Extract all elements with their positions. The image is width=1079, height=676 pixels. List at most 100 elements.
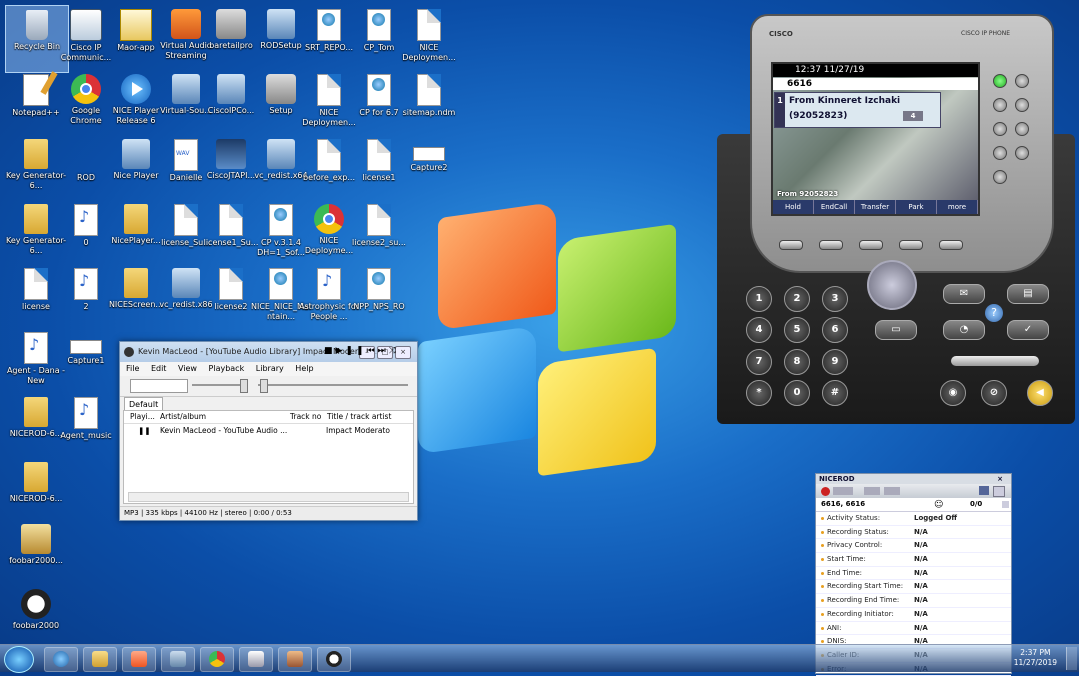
- col-title[interactable]: Title / track artist: [327, 411, 391, 423]
- key-3[interactable]: 3: [822, 286, 848, 312]
- desktop-icon-label: foobar2000: [12, 621, 60, 630]
- headset-button[interactable]: ◉: [940, 380, 966, 406]
- menu-view[interactable]: View: [178, 364, 197, 373]
- volume-field[interactable]: [130, 379, 188, 393]
- taskbar-chrome[interactable]: [200, 647, 234, 672]
- mute-button[interactable]: ⊘: [981, 380, 1007, 406]
- line-button-5[interactable]: [993, 170, 1007, 184]
- softkey-park[interactable]: Park: [896, 200, 937, 214]
- menu-playback[interactable]: Playback: [209, 364, 245, 373]
- volume-rocker[interactable]: [951, 356, 1039, 366]
- key-star[interactable]: *: [746, 380, 772, 406]
- desktop-icon[interactable]: NICE Deploymen...: [398, 5, 460, 71]
- softkey-button-2[interactable]: [819, 240, 843, 250]
- menu-library[interactable]: Library: [256, 364, 284, 373]
- taskbar-ie[interactable]: [44, 647, 78, 672]
- desktop-icon[interactable]: NICEROD-6...: [5, 458, 67, 524]
- softkey-button-5[interactable]: [939, 240, 963, 250]
- desktop-icon[interactable]: foobar2000: [5, 585, 67, 651]
- seek-bar-handle[interactable]: [260, 379, 268, 393]
- pause-button[interactable]: [864, 487, 880, 495]
- key-2[interactable]: 2: [784, 286, 810, 312]
- rod-title: NICEROD: [819, 475, 855, 483]
- softkey-hold[interactable]: Hold: [773, 200, 814, 214]
- line-button-4[interactable]: [993, 146, 1007, 160]
- rod-view-button[interactable]: [979, 486, 989, 495]
- line-button-6[interactable]: [1015, 74, 1029, 88]
- applications-button[interactable]: ✓: [1007, 320, 1049, 340]
- desktop-icon[interactable]: Agent_music: [55, 393, 117, 459]
- navigation-button[interactable]: [867, 260, 917, 310]
- softkey-more[interactable]: more: [937, 200, 978, 214]
- rod-field-row: Privacy Control: N/A: [816, 539, 1011, 554]
- line-button-7[interactable]: [1015, 98, 1029, 112]
- services-button[interactable]: ▭: [875, 320, 917, 340]
- taskbar-media-player[interactable]: [122, 647, 156, 672]
- directories-button[interactable]: ▤: [1007, 284, 1049, 304]
- line-button-9[interactable]: [1015, 146, 1029, 160]
- key-0[interactable]: 0: [784, 380, 810, 406]
- key-5[interactable]: 5: [784, 317, 810, 343]
- desktop-icon[interactable]: sitemap.ndm: [398, 70, 460, 136]
- stop-button[interactable]: [884, 487, 900, 495]
- incoming-call[interactable]: 1 From Kinneret Izchaki (92052823) 4: [774, 92, 941, 128]
- mp3-icon: [74, 397, 98, 429]
- horizontal-scrollbar[interactable]: [128, 492, 409, 502]
- show-desktop-button[interactable]: [1066, 647, 1077, 670]
- key-9[interactable]: 9: [822, 349, 848, 375]
- doc-icon: [317, 139, 341, 171]
- player-toolbar: [120, 376, 417, 397]
- messages-button[interactable]: ✉: [943, 284, 985, 304]
- line-button-2[interactable]: [993, 98, 1007, 112]
- menu-help[interactable]: Help: [295, 364, 313, 373]
- softkey-transfer[interactable]: Transfer: [855, 200, 896, 214]
- line-button-8[interactable]: [1015, 122, 1029, 136]
- playlist-tab-default[interactable]: Default: [124, 397, 164, 411]
- key-4[interactable]: 4: [746, 317, 772, 343]
- rod-settings-button[interactable]: [993, 486, 1005, 497]
- taskbar-foobar[interactable]: [317, 647, 351, 672]
- desktop-icon[interactable]: Capture2: [398, 135, 460, 201]
- transport-controls[interactable]: ■▶❚❚⏮⏭⤨: [324, 344, 399, 358]
- desktop-icon[interactable]: Capture1: [55, 328, 117, 394]
- desktop-icon[interactable]: NPP_NPS_RO: [348, 264, 410, 330]
- taskbar-explorer[interactable]: [83, 647, 117, 672]
- rod-next-button[interactable]: [1002, 501, 1009, 508]
- taskbar-setup[interactable]: [161, 647, 195, 672]
- cap-icon: [413, 147, 445, 161]
- softkey-button-3[interactable]: [859, 240, 883, 250]
- seek-bar[interactable]: [258, 384, 408, 386]
- softkey-endcall[interactable]: EndCall: [814, 200, 855, 214]
- desktop-icon[interactable]: license2_su...: [348, 200, 410, 266]
- menu-file[interactable]: File: [126, 364, 139, 373]
- taskbar-cisco[interactable]: [239, 647, 273, 672]
- record-dropdown[interactable]: [833, 487, 853, 495]
- volume-slider-handle[interactable]: [240, 379, 248, 393]
- softkey-button-1[interactable]: [779, 240, 803, 250]
- rod-close-button[interactable]: ×: [997, 474, 1003, 484]
- taskbar-baretail[interactable]: [278, 647, 312, 672]
- desktop-icon[interactable]: foobar2000...: [5, 520, 67, 586]
- settings-button[interactable]: ◔: [943, 320, 985, 340]
- rod-title-bar[interactable]: NICEROD ×: [816, 474, 1011, 484]
- softkey-button-4[interactable]: [899, 240, 923, 250]
- record-button[interactable]: [821, 487, 830, 496]
- col-track[interactable]: Track no: [290, 411, 321, 423]
- line-button-1[interactable]: [993, 74, 1007, 88]
- audio-player-window[interactable]: Kevin MacLeod - [YouTube Audio Library] …: [119, 341, 418, 521]
- key-6[interactable]: 6: [822, 317, 848, 343]
- help-icon[interactable]: ?: [985, 304, 1003, 322]
- line-button-3[interactable]: [993, 122, 1007, 136]
- system-clock[interactable]: 2:37 PM 11/27/2019: [1014, 648, 1057, 668]
- playlist-row[interactable]: ❚❚ Kevin MacLeod - YouTube Audio ... Imp…: [124, 424, 413, 438]
- key-7[interactable]: 7: [746, 349, 772, 375]
- key-1[interactable]: 1: [746, 286, 772, 312]
- col-artist[interactable]: Artist/album: [160, 411, 206, 423]
- menu-edit[interactable]: Edit: [151, 364, 167, 373]
- col-playing[interactable]: Playi...: [130, 411, 155, 423]
- start-button[interactable]: [4, 646, 34, 673]
- key-hash[interactable]: #: [822, 380, 848, 406]
- speaker-button[interactable]: ◀: [1027, 380, 1053, 406]
- rod-field-row: End Time: N/A: [816, 567, 1011, 581]
- key-8[interactable]: 8: [784, 349, 810, 375]
